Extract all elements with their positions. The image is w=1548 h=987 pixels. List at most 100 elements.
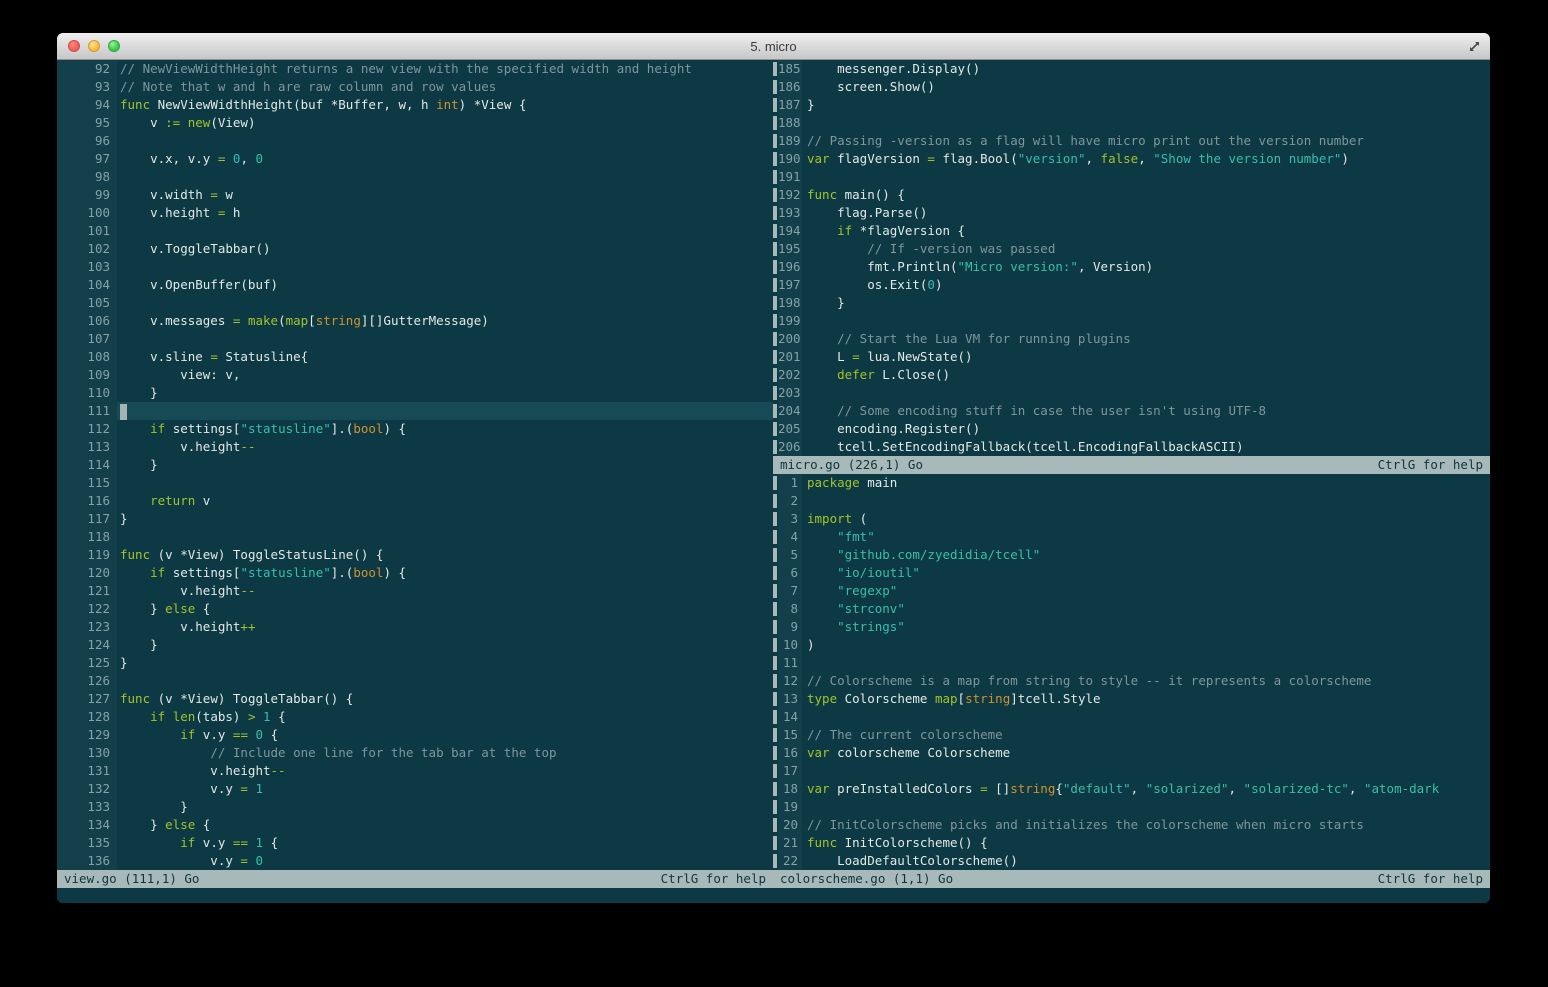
close-button[interactable] bbox=[68, 40, 80, 52]
pane-divider[interactable] bbox=[773, 728, 777, 742]
code-line[interactable]: 92// NewViewWidthHeight returns a new vi… bbox=[57, 60, 773, 78]
code-line[interactable]: 206 tcell.SetEncodingFallback(tcell.Enco… bbox=[773, 438, 1490, 456]
pane-divider[interactable] bbox=[773, 116, 777, 130]
code-line[interactable]: 95 v := new(View) bbox=[57, 114, 773, 132]
pane-divider[interactable] bbox=[773, 332, 777, 346]
code-line[interactable]: 189 // Passing -version as a flag will ha… bbox=[773, 132, 1490, 150]
pane-divider[interactable] bbox=[773, 476, 777, 490]
code-line[interactable]: 191 bbox=[773, 168, 1490, 186]
code-line[interactable]: 97 v.x, v.y = 0, 0 bbox=[57, 150, 773, 168]
code-line[interactable]: 185 messenger.Display() bbox=[773, 60, 1490, 78]
pane-divider[interactable] bbox=[773, 170, 777, 184]
pane-divider[interactable] bbox=[773, 710, 777, 724]
code-line[interactable]: 204 // Some encoding stuff in case the u… bbox=[773, 402, 1490, 420]
code-line[interactable]: 9 "strings" bbox=[773, 618, 1490, 636]
editor-pane-view-go[interactable]: 92// NewViewWidthHeight returns a new vi… bbox=[57, 60, 773, 870]
code-line[interactable]: 133 } bbox=[57, 798, 773, 816]
code-line[interactable]: 127 func (v *View) ToggleTabbar() { bbox=[57, 690, 773, 708]
code-line[interactable]: 197 os.Exit(0) bbox=[773, 276, 1490, 294]
pane-divider[interactable] bbox=[773, 674, 777, 688]
pane-divider[interactable] bbox=[773, 566, 777, 580]
code-line[interactable]: 121 v.height-- bbox=[57, 582, 773, 600]
code-line[interactable]: 107 bbox=[57, 330, 773, 348]
editor-pane-micro-go[interactable]: 185 messenger.Display() 186 screen.Show()… bbox=[773, 60, 1490, 456]
pane-divider[interactable] bbox=[773, 278, 777, 292]
code-line[interactable]: 13 type Colorscheme map[string]tcell.Styl… bbox=[773, 690, 1490, 708]
code-line[interactable]: 116 return v bbox=[57, 492, 773, 510]
resize-icon[interactable] bbox=[1467, 39, 1482, 54]
pane-divider[interactable] bbox=[773, 494, 777, 508]
pane-divider[interactable] bbox=[773, 836, 777, 850]
code-line[interactable]: 111 bbox=[57, 402, 773, 420]
code-line[interactable]: 122 } else { bbox=[57, 600, 773, 618]
pane-divider[interactable] bbox=[773, 656, 777, 670]
code-line[interactable]: 135 if v.y == 1 { bbox=[57, 834, 773, 852]
code-line[interactable]: 104 v.OpenBuffer(buf) bbox=[57, 276, 773, 294]
code-line[interactable]: 108 v.sline = Statusline{ bbox=[57, 348, 773, 366]
pane-divider[interactable] bbox=[773, 404, 777, 418]
code-line[interactable]: 1 package main bbox=[773, 474, 1490, 492]
code-line[interactable]: 15 // The current colorscheme bbox=[773, 726, 1490, 744]
minimize-button[interactable] bbox=[88, 40, 100, 52]
command-line[interactable] bbox=[57, 888, 1490, 903]
pane-divider[interactable] bbox=[773, 134, 777, 148]
code-line[interactable]: 196 fmt.Println("Micro version:", Versio… bbox=[773, 258, 1490, 276]
code-line[interactable]: 5 "github.com/zyedidia/tcell" bbox=[773, 546, 1490, 564]
pane-divider[interactable] bbox=[773, 260, 777, 274]
pane-divider[interactable] bbox=[773, 188, 777, 202]
pane-divider[interactable] bbox=[773, 224, 777, 238]
code-line[interactable]: 129 if v.y == 0 { bbox=[57, 726, 773, 744]
code-line[interactable]: 136 v.y = 0 bbox=[57, 852, 773, 870]
code-line[interactable]: 99 v.width = w bbox=[57, 186, 773, 204]
code-line[interactable]: 188 bbox=[773, 114, 1490, 132]
code-line[interactable]: 200 // Start the Lua VM for running plug… bbox=[773, 330, 1490, 348]
code-line[interactable]: 130 // Include one line for the tab bar … bbox=[57, 744, 773, 762]
code-line[interactable]: 115 bbox=[57, 474, 773, 492]
code-line[interactable]: 201 L = lua.NewState() bbox=[773, 348, 1490, 366]
pane-divider[interactable] bbox=[773, 782, 777, 796]
pane-divider[interactable] bbox=[773, 548, 777, 562]
code-line[interactable]: 194 if *flagVersion { bbox=[773, 222, 1490, 240]
pane-divider[interactable] bbox=[773, 638, 777, 652]
code-line[interactable]: 12 // Colorscheme is a map from string to… bbox=[773, 672, 1490, 690]
code-line[interactable]: 17 bbox=[773, 762, 1490, 780]
code-line[interactable]: 109 view: v, bbox=[57, 366, 773, 384]
code-line[interactable]: 7 "regexp" bbox=[773, 582, 1490, 600]
pane-divider[interactable] bbox=[773, 602, 777, 616]
code-line[interactable]: 6 "io/ioutil" bbox=[773, 564, 1490, 582]
code-line[interactable]: 22 LoadDefaultColorscheme() bbox=[773, 852, 1490, 870]
pane-divider[interactable] bbox=[773, 350, 777, 364]
code-line[interactable]: 105 bbox=[57, 294, 773, 312]
code-line[interactable]: 187} bbox=[773, 96, 1490, 114]
code-line[interactable]: 2 bbox=[773, 492, 1490, 510]
pane-divider[interactable] bbox=[773, 584, 777, 598]
code-line[interactable]: 101 bbox=[57, 222, 773, 240]
code-line[interactable]: 120 if settings["statusline"].(bool) { bbox=[57, 564, 773, 582]
code-line[interactable]: 199 bbox=[773, 312, 1490, 330]
code-line[interactable]: 203 bbox=[773, 384, 1490, 402]
pane-divider[interactable] bbox=[773, 854, 777, 868]
code-line[interactable]: 98 bbox=[57, 168, 773, 186]
pane-divider[interactable] bbox=[773, 512, 777, 526]
window-titlebar[interactable]: 5. micro bbox=[57, 33, 1490, 60]
code-line[interactable]: 190 var flagVersion = flag.Bool("version"… bbox=[773, 150, 1490, 168]
pane-divider[interactable] bbox=[773, 800, 777, 814]
code-line[interactable]: 193 flag.Parse() bbox=[773, 204, 1490, 222]
code-line[interactable]: 100 v.height = h bbox=[57, 204, 773, 222]
code-line[interactable]: 124 } bbox=[57, 636, 773, 654]
code-line[interactable]: 134 } else { bbox=[57, 816, 773, 834]
pane-divider[interactable] bbox=[773, 314, 777, 328]
code-line[interactable]: 202 defer L.Close() bbox=[773, 366, 1490, 384]
code-line[interactable]: 113 v.height-- bbox=[57, 438, 773, 456]
pane-divider[interactable] bbox=[773, 692, 777, 706]
pane-divider[interactable] bbox=[773, 764, 777, 778]
code-line[interactable]: 8 "strconv" bbox=[773, 600, 1490, 618]
code-line[interactable]: 132 v.y = 1 bbox=[57, 780, 773, 798]
code-line[interactable]: 114 } bbox=[57, 456, 773, 474]
code-line[interactable]: 118 bbox=[57, 528, 773, 546]
code-line[interactable]: 21 func InitColorscheme() { bbox=[773, 834, 1490, 852]
maximize-button[interactable] bbox=[108, 40, 120, 52]
code-line[interactable]: 125} bbox=[57, 654, 773, 672]
code-line[interactable]: 102 v.ToggleTabbar() bbox=[57, 240, 773, 258]
code-line[interactable]: 112 if settings["statusline"].(bool) { bbox=[57, 420, 773, 438]
